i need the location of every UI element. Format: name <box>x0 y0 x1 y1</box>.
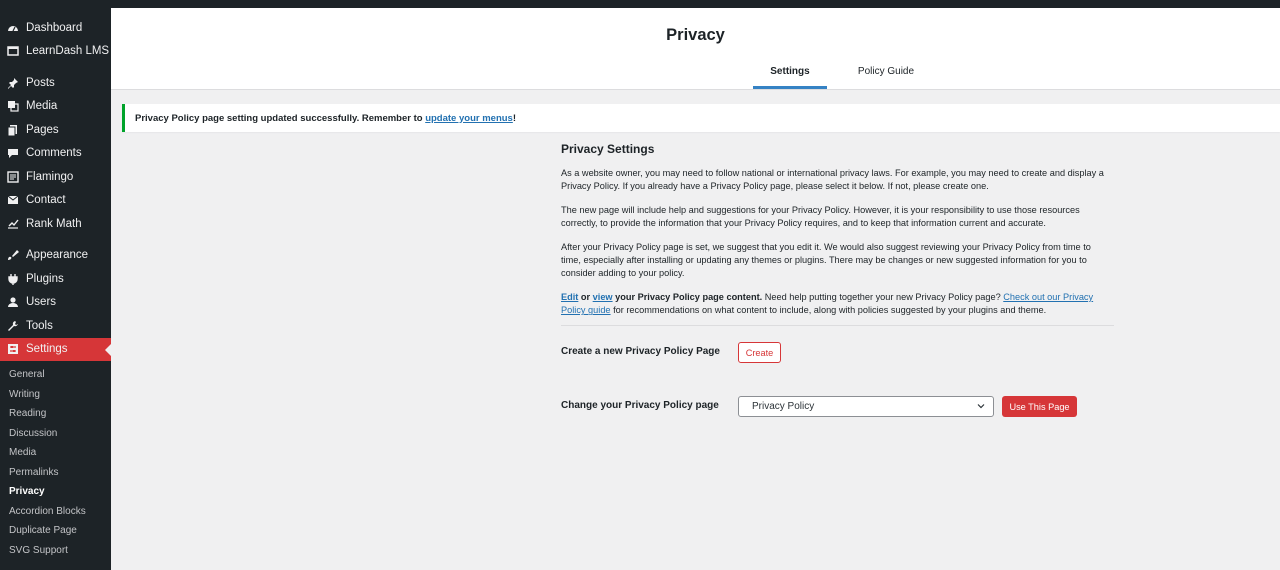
sidebar-item-label: Plugins <box>26 272 64 285</box>
comment-icon <box>6 146 20 160</box>
sidebar-item-rank-math[interactable]: Rank Math <box>0 212 111 236</box>
tab-settings[interactable]: Settings <box>753 66 827 89</box>
pin-icon <box>6 76 20 90</box>
success-notice: Privacy Policy page setting updated succ… <box>122 104 1280 132</box>
sidebar-item-label: Tools <box>26 319 53 332</box>
sidebar-item-label: Media <box>26 100 58 113</box>
sidebar-item-label: Dashboard <box>26 21 83 34</box>
sidebar-item-label: Appearance <box>26 249 89 262</box>
sidebar-item-label: LearnDash LMS <box>26 45 110 58</box>
help-text: Need help putting together your new Priv… <box>762 291 1004 302</box>
sidebar-item-label: Comments <box>26 147 82 160</box>
sidebar-item-learndash[interactable]: LearnDash LMS <box>0 40 111 64</box>
dashboard-icon <box>6 21 20 35</box>
submenu-item-accordion-blocks[interactable]: Accordion Blocks <box>0 502 111 522</box>
plug-icon <box>6 272 20 286</box>
use-this-page-button[interactable]: Use This Page <box>1002 396 1077 417</box>
rank-math-icon <box>6 217 20 231</box>
chevron-down-icon <box>977 404 985 409</box>
brush-icon <box>6 248 20 262</box>
sidebar-item-posts[interactable]: Posts <box>0 71 111 95</box>
section-heading: Privacy Settings <box>561 142 655 156</box>
sidebar-item-label: Pages <box>26 123 59 136</box>
wrench-icon <box>6 319 20 333</box>
submenu-item-reading[interactable]: Reading <box>0 404 111 424</box>
sidebar-item-settings[interactable]: Settings <box>0 337 111 361</box>
notice-suffix: ! <box>512 112 516 124</box>
sidebar-item-label: Rank Math <box>26 217 82 230</box>
or-text: or <box>578 291 593 302</box>
admin-bar <box>0 0 1280 8</box>
user-icon <box>6 295 20 309</box>
select-value: Privacy Policy <box>752 401 815 412</box>
sidebar-item-appearance[interactable]: Appearance <box>0 244 111 268</box>
privacy-page-select[interactable]: Privacy Policy <box>738 396 994 417</box>
sidebar-item-comments[interactable]: Comments <box>0 142 111 166</box>
update-menus-link[interactable]: update your menus <box>425 113 513 124</box>
submenu-item-svg-support[interactable]: SVG Support <box>0 541 111 561</box>
tab-label: Policy Guide <box>857 66 915 77</box>
sidebar-item-contact[interactable]: Contact <box>0 189 111 213</box>
media-icon <box>6 99 20 113</box>
create-label: Create a new Privacy Policy Page <box>561 346 720 357</box>
sidebar-item-pages[interactable]: Pages <box>0 118 111 142</box>
page-title: Privacy <box>666 26 725 44</box>
submenu-item-discussion[interactable]: Discussion <box>0 424 111 444</box>
admin-sidebar: Dashboard LearnDash LMS Posts Media Page… <box>0 8 111 570</box>
sidebar-item-plugins[interactable]: Plugins <box>0 267 111 291</box>
create-button[interactable]: Create <box>738 342 781 363</box>
change-label: Change your Privacy Policy page <box>561 400 719 411</box>
suggestion-paragraph: After your Privacy Policy page is set, w… <box>561 241 1091 279</box>
view-link[interactable]: view <box>593 292 613 302</box>
submenu-item-permalinks[interactable]: Permalinks <box>0 463 111 483</box>
privacy-header: Privacy Settings Policy Guide <box>111 8 1280 90</box>
edit-link[interactable]: Edit <box>561 292 578 302</box>
learndash-icon <box>6 44 20 58</box>
privacy-settings-content: Privacy Settings As a website owner, you… <box>561 140 1121 318</box>
sidebar-item-media[interactable]: Media <box>0 95 111 119</box>
pages-icon <box>6 123 20 137</box>
responsibility-paragraph: The new page will include help and sugge… <box>561 204 1080 229</box>
sidebar-item-label: Users <box>26 296 57 309</box>
sidebar-item-dashboard[interactable]: Dashboard <box>0 16 111 40</box>
sidebar-item-label: Posts <box>26 76 55 89</box>
mail-icon <box>6 193 20 207</box>
sidebar-item-label: Settings <box>26 343 68 356</box>
recommendations-text: for recommendations on what content to i… <box>610 305 1047 316</box>
submenu-item-duplicate-page[interactable]: Duplicate Page <box>0 521 111 541</box>
intro-paragraph: As a website owner, you may need to foll… <box>561 168 1104 192</box>
sidebar-item-tools[interactable]: Tools <box>0 314 111 338</box>
submenu-item-privacy[interactable]: Privacy <box>0 482 111 502</box>
submenu-item-writing[interactable]: Writing <box>0 385 111 405</box>
submenu-item-media[interactable]: Media <box>0 443 111 463</box>
page-content-text: your Privacy Policy page content. <box>612 291 763 302</box>
sidebar-item-label: Flamingo <box>26 170 74 183</box>
sidebar-item-label: Contact <box>26 194 66 207</box>
tab-label: Settings <box>770 66 810 77</box>
submenu-item-general[interactable]: General <box>0 365 111 385</box>
sidebar-item-users[interactable]: Users <box>0 291 111 315</box>
tab-policy-guide[interactable]: Policy Guide <box>849 66 923 89</box>
settings-icon <box>6 342 20 356</box>
sidebar-item-flamingo[interactable]: Flamingo <box>0 165 111 189</box>
edit-view-paragraph: Edit or view your Privacy Policy page co… <box>561 291 1113 318</box>
flamingo-icon <box>6 170 20 184</box>
divider <box>561 325 1114 326</box>
notice-text: Privacy Policy page setting updated succ… <box>135 112 426 124</box>
